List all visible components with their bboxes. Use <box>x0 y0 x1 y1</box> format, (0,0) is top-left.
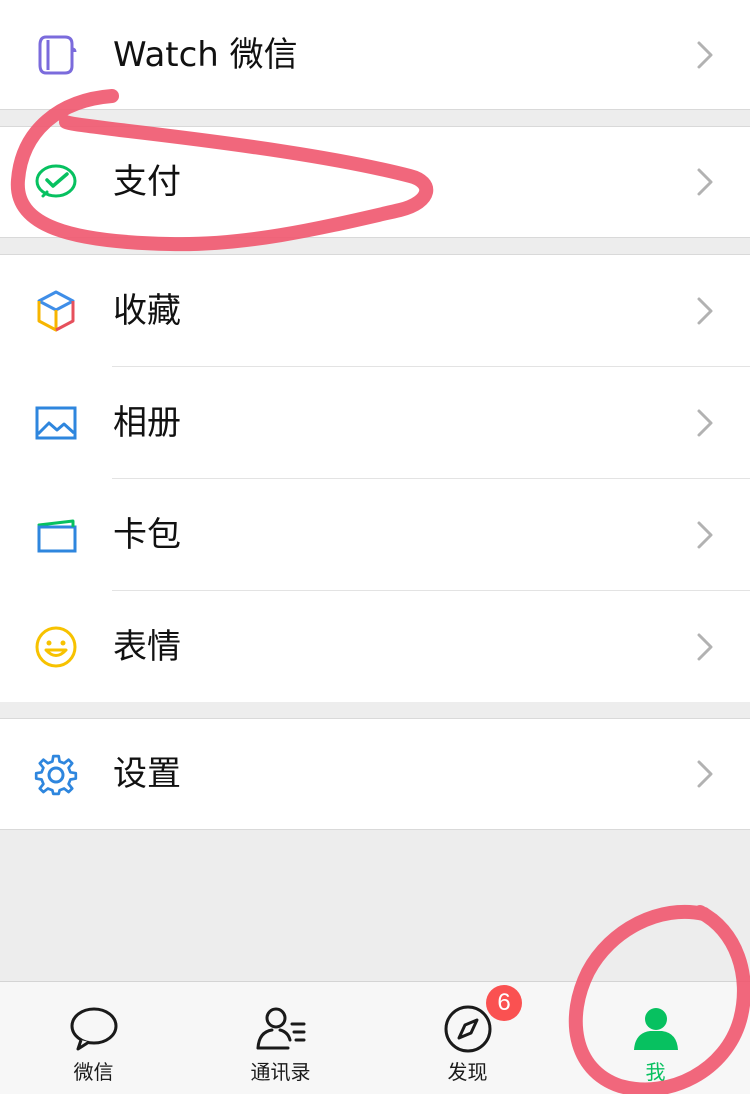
discover-badge: 6 <box>486 985 522 1021</box>
menu-item-watch-label: Watch 微信 <box>113 34 298 75</box>
group-settings: 设置 <box>0 718 750 830</box>
gear-icon <box>32 750 80 798</box>
tab-contacts[interactable]: 通讯录 <box>187 982 374 1094</box>
tab-contacts-label: 通讯录 <box>250 1060 311 1084</box>
menu-item-watch[interactable]: Watch 微信 <box>0 0 750 109</box>
menu-item-pay-label: 支付 <box>113 162 181 202</box>
menu-item-stickers[interactable]: 表情 <box>0 591 750 702</box>
chevron-right-icon <box>694 632 716 662</box>
chevron-right-icon <box>694 40 716 70</box>
tab-me-label: 我 <box>645 1060 666 1084</box>
contacts-icon <box>254 1002 308 1056</box>
menu-item-settings-label: 设置 <box>113 754 181 794</box>
menu-item-favorites[interactable]: 收藏 <box>0 255 750 366</box>
compass-icon <box>441 1002 495 1056</box>
tab-discover-label: 发现 <box>447 1060 488 1084</box>
chevron-right-icon <box>694 296 716 326</box>
card-wallet-icon <box>32 511 80 559</box>
group-pay: 支付 <box>0 126 750 238</box>
chevron-right-icon <box>694 167 716 197</box>
menu-item-stickers-label: 表情 <box>113 626 181 667</box>
menu-item-cards[interactable]: 卡包 <box>0 479 750 590</box>
group-watch: Watch 微信 <box>0 0 750 110</box>
group-features: 收藏 相册 卡包 表情 <box>0 254 750 702</box>
smiley-icon <box>32 623 80 671</box>
menu-item-album[interactable]: 相册 <box>0 367 750 478</box>
wechat-pay-icon <box>32 158 80 206</box>
watch-icon <box>32 31 80 79</box>
picture-icon <box>32 399 80 447</box>
menu-item-pay[interactable]: 支付 <box>0 127 750 237</box>
tab-chats-label: 微信 <box>73 1060 114 1084</box>
menu-item-cards-label: 卡包 <box>113 514 181 555</box>
chat-bubble-icon <box>67 1002 121 1056</box>
tab-me[interactable]: 我 <box>561 982 750 1094</box>
tab-bar: 微信 通讯录 发现 我 <box>0 981 750 1094</box>
tab-chats[interactable]: 微信 <box>0 982 187 1094</box>
menu-item-album-label: 相册 <box>113 402 181 443</box>
person-icon <box>629 1002 683 1056</box>
chevron-right-icon <box>694 759 716 789</box>
cube-icon <box>32 287 80 335</box>
menu-item-favorites-label: 收藏 <box>113 290 181 331</box>
chevron-right-icon <box>694 408 716 438</box>
chevron-right-icon <box>694 520 716 550</box>
menu-item-settings[interactable]: 设置 <box>0 719 750 829</box>
tab-discover[interactable]: 发现 <box>374 982 561 1094</box>
